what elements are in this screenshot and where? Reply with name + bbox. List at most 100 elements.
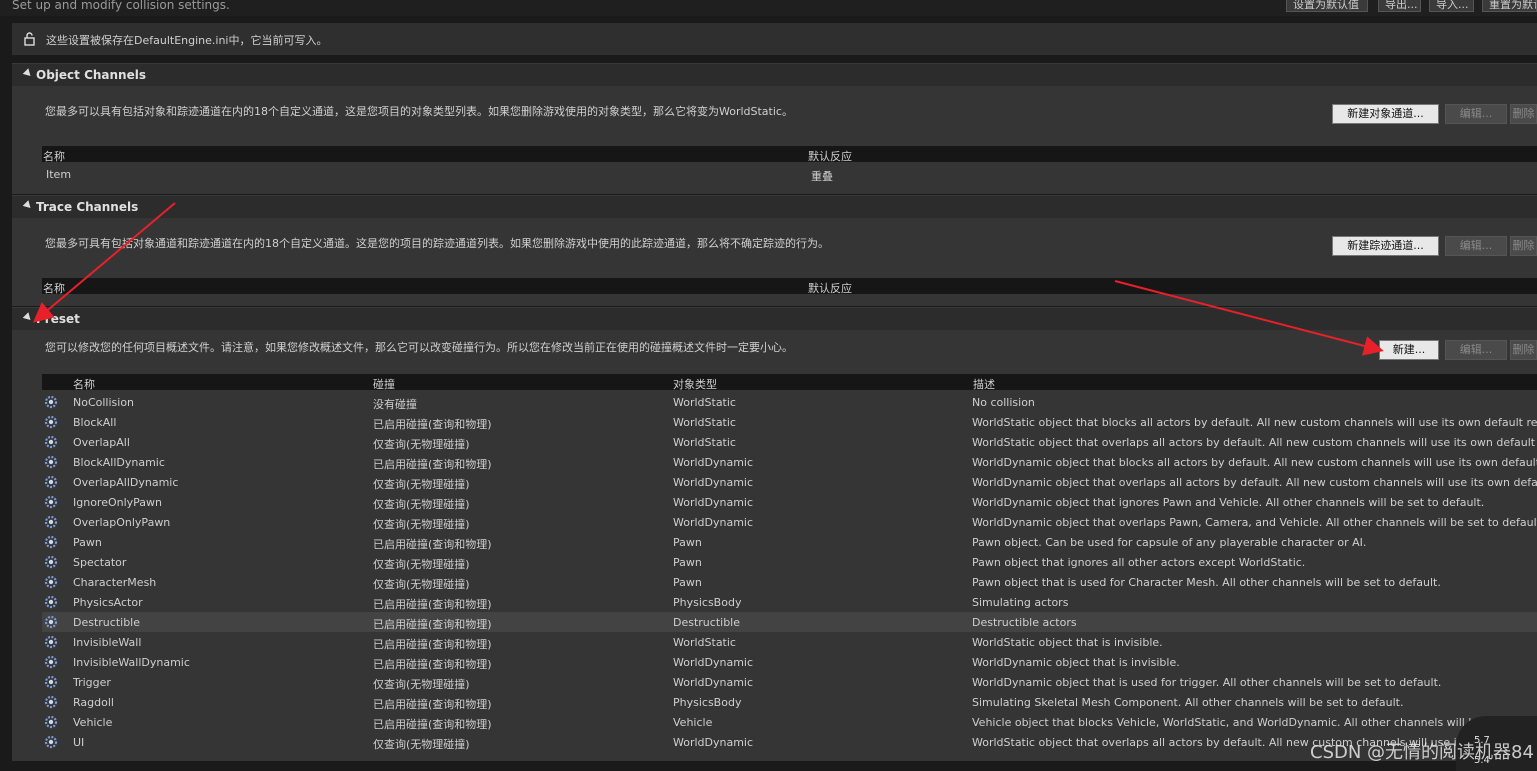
table-row[interactable]: OverlapOnlyPawn 仅查询(无物理碰撞) WorldDynamic Wor… xyxy=(42,512,1537,532)
trace-channels-header[interactable]: Trace Channels xyxy=(12,195,1537,218)
top-bar: Set up and modify collision settings. 设置… xyxy=(0,0,1537,16)
preset-description: WorldDynamic object that is invisible. xyxy=(972,656,1180,669)
collision-profile-icon xyxy=(44,395,58,409)
preset-panel: 您可以修改您的任何项目概述文件。请注意，如果您修改概述文件，那么它可以改变碰撞行… xyxy=(12,330,1537,761)
preset-collision: 已启用碰撞(查询和物理) xyxy=(373,698,492,711)
preset-object-type: WorldDynamic xyxy=(673,656,754,669)
collision-profile-icon xyxy=(44,715,58,729)
config-info-bar: 这些设置被保存在DefaultEngine.ini中，它当前可写入。 xyxy=(12,23,1537,55)
set-as-default-button[interactable]: 设置为默认值 xyxy=(1286,0,1368,12)
table-row[interactable]: Vehicle 已启用碰撞(查询和物理) Vehicle Vehicle object… xyxy=(42,712,1537,732)
page-subtitle: Set up and modify collision settings. xyxy=(12,0,230,12)
preset-collision: 仅查询(无物理碰撞) xyxy=(373,738,470,751)
delete-preset-button[interactable]: 删除 xyxy=(1510,340,1537,360)
preset-object-type: Destructible xyxy=(673,616,740,629)
collision-profile-icon xyxy=(44,595,58,609)
preset-collision: 已启用碰撞(查询和物理) xyxy=(373,718,492,731)
preset-description: No collision xyxy=(972,396,1035,409)
preset-name: IgnoreOnlyPawn xyxy=(73,496,163,509)
preset-collision: 已启用碰撞(查询和物理) xyxy=(373,638,492,651)
preset-collision: 已启用碰撞(查询和物理) xyxy=(373,458,492,471)
table-row[interactable]: Spectator 仅查询(无物理碰撞) Pawn Pawn object that … xyxy=(42,552,1537,572)
table-row[interactable]: InvisibleWallDynamic 已启用碰撞(查询和物理) WorldDyn… xyxy=(42,652,1537,672)
preset-object-type: PhysicsBody xyxy=(673,596,742,609)
preset-description: WorldStatic object that is invisible. xyxy=(972,636,1163,649)
preset-collision: 已启用碰撞(查询和物理) xyxy=(373,658,492,671)
preset-name: OverlapAllDynamic xyxy=(73,476,179,489)
table-row[interactable]: OverlapAll 仅查询(无物理碰撞) WorldStatic WorldStat… xyxy=(42,432,1537,452)
edit-preset-button[interactable]: 编辑... xyxy=(1445,340,1507,360)
import-button[interactable]: 导入... xyxy=(1429,0,1474,12)
collapse-triangle-icon[interactable] xyxy=(22,200,34,211)
preset-name: BlockAllDynamic xyxy=(73,456,165,469)
collapse-triangle-icon[interactable] xyxy=(22,312,34,323)
preset-description: Simulating Skeletal Mesh Component. All … xyxy=(972,696,1404,709)
table-row[interactable]: Destructible 已启用碰撞(查询和物理) Destructible Dest… xyxy=(42,612,1537,632)
delete-object-channel-button[interactable]: 删除 xyxy=(1510,104,1537,124)
edit-object-channel-button[interactable]: 编辑... xyxy=(1445,104,1507,124)
preset-object-type: WorldDynamic xyxy=(673,676,754,689)
preset-header[interactable]: Preset xyxy=(12,307,1537,330)
preset-name: OverlapAll xyxy=(73,436,130,449)
table-row[interactable]: BlockAll 已启用碰撞(查询和物理) WorldStatic WorldStat… xyxy=(42,412,1537,432)
collision-profile-icon xyxy=(44,515,58,529)
preset-collision: 已启用碰撞(查询和物理) xyxy=(373,418,492,431)
delete-trace-channel-button[interactable]: 删除 xyxy=(1510,236,1537,256)
preset-name: Ragdoll xyxy=(73,696,114,709)
table-row[interactable]: Ragdoll 已启用碰撞(查询和物理) PhysicsBody Simulating… xyxy=(42,692,1537,712)
preset-description: WorldDynamic object that blocks all acto… xyxy=(972,456,1537,469)
trace-channels-title: Trace Channels xyxy=(36,200,139,214)
edit-trace-channel-button[interactable]: 编辑... xyxy=(1445,236,1507,256)
object-channels-header[interactable]: Object Channels xyxy=(12,63,1537,86)
preset-description: Pawn object. Can be used for capsule of … xyxy=(972,536,1367,549)
preset-collision: 仅查询(无物理碰撞) xyxy=(373,678,470,691)
object-channels-table-header: 名称 默认反应 xyxy=(42,146,1537,163)
preset-object-type: WorldDynamic xyxy=(673,456,754,469)
table-row[interactable]: OverlapAllDynamic 仅查询(无物理碰撞) WorldDynamic W… xyxy=(42,472,1537,492)
table-row[interactable]: Trigger 仅查询(无物理碰撞) WorldDynamic WorldDynami… xyxy=(42,672,1537,692)
new-preset-button[interactable]: 新建... xyxy=(1379,340,1439,360)
preset-description: WorldStatic object that overlaps all act… xyxy=(972,436,1537,449)
collision-profile-icon xyxy=(44,475,58,489)
table-row[interactable]: IgnoreOnlyPawn 仅查询(无物理碰撞) WorldDynamic Worl… xyxy=(42,492,1537,512)
table-row[interactable]: Pawn 已启用碰撞(查询和物理) Pawn Pawn object. Can be … xyxy=(42,532,1537,552)
preset-name: BlockAll xyxy=(73,416,117,429)
collision-profile-icon xyxy=(44,655,58,669)
preset-collision: 仅查询(无物理碰撞) xyxy=(373,558,470,571)
preset-object-type: Vehicle xyxy=(673,716,713,729)
watermark: CSDN @无情的阅读机器84 xyxy=(1310,742,1534,763)
table-row[interactable]: BlockAllDynamic 已启用碰撞(查询和物理) WorldDynamic W… xyxy=(42,452,1537,472)
preset-name: Vehicle xyxy=(73,716,113,729)
preset-object-type: PhysicsBody xyxy=(673,696,742,709)
column-header-collision: 碰撞 xyxy=(373,378,395,391)
column-header-name: 名称 xyxy=(73,378,95,391)
table-row[interactable]: Item 重叠 xyxy=(42,164,1537,184)
preset-description: WorldDynamic object that overlaps all ac… xyxy=(972,476,1537,489)
table-row[interactable]: NoCollision 没有碰撞 WorldStatic No collision xyxy=(42,392,1537,412)
trace-channels-description: 您最多可具有包括对象通道和踪迹通道在内的18个自定义通道。这是您的项目的踪迹通道… xyxy=(45,237,829,250)
preset-name: Pawn xyxy=(73,536,102,549)
preset-description: Vehicle object that blocks Vehicle, Worl… xyxy=(972,716,1537,729)
column-header-name: 名称 xyxy=(43,282,65,295)
new-object-channel-button[interactable]: 新建对象通道... xyxy=(1332,104,1439,124)
new-trace-channel-button[interactable]: 新建踪迹通道... xyxy=(1332,236,1439,256)
table-row[interactable]: InvisibleWall 已启用碰撞(查询和物理) WorldStatic Worl… xyxy=(42,632,1537,652)
table-row[interactable]: CharacterMesh 仅查询(无物理碰撞) Pawn Pawn object t… xyxy=(42,572,1537,592)
collision-profile-icon xyxy=(44,735,58,749)
table-row[interactable]: PhysicsActor 已启用碰撞(查询和物理) PhysicsBody Simul… xyxy=(42,592,1537,612)
collision-profile-icon xyxy=(44,535,58,549)
collapse-triangle-icon[interactable] xyxy=(22,68,34,79)
trace-channels-panel: 您最多可具有包括对象通道和踪迹通道在内的18个自定义通道。这是您的项目的踪迹通道… xyxy=(12,218,1537,306)
preset-title: Preset xyxy=(36,312,80,326)
trace-channels-table-header: 名称 默认反应 xyxy=(42,278,1537,295)
collision-profile-icon xyxy=(44,695,58,709)
preset-description: Pawn object that is used for Character M… xyxy=(972,576,1441,589)
reset-to-default-button[interactable]: 重置为默认值 xyxy=(1482,0,1537,12)
preset-description: WorldDynamic object that ignores Pawn an… xyxy=(972,496,1485,509)
column-header-object-type: 对象类型 xyxy=(673,378,717,391)
channel-default-response: 重叠 xyxy=(811,170,833,183)
preset-collision: 已启用碰撞(查询和物理) xyxy=(373,598,492,611)
preset-name: Trigger xyxy=(73,676,111,689)
export-button[interactable]: 导出... xyxy=(1378,0,1421,12)
preset-object-type: WorldStatic xyxy=(673,416,736,429)
